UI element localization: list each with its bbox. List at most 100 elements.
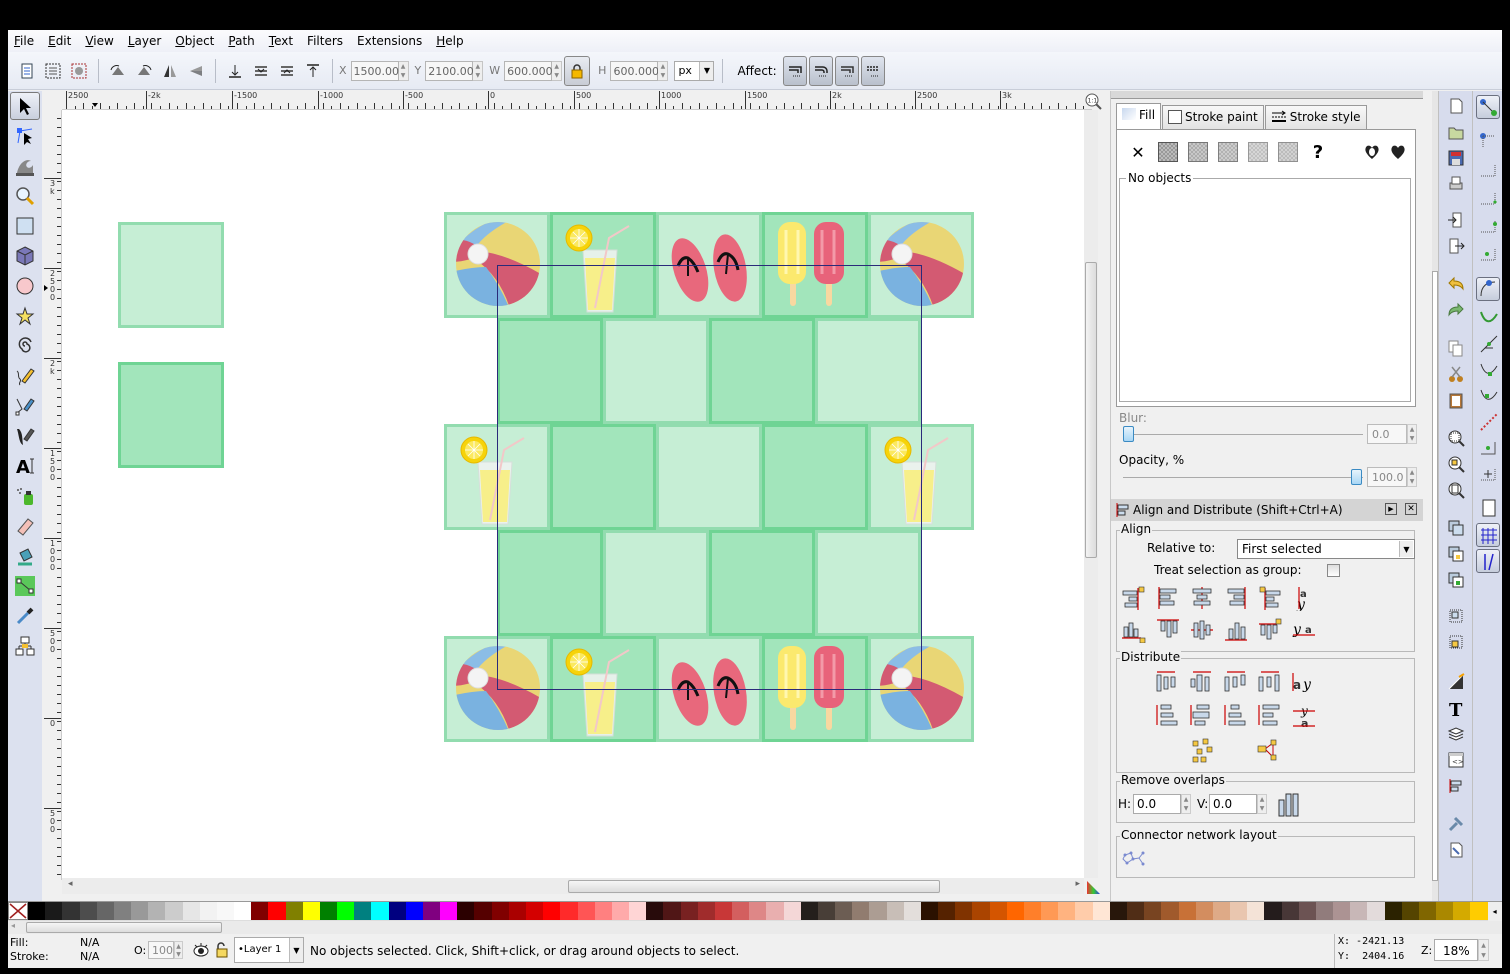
- ungroup-button[interactable]: [1447, 633, 1465, 651]
- duplicate-button[interactable]: [1447, 519, 1465, 537]
- palette-swatch[interactable]: [852, 902, 870, 920]
- tile[interactable]: [550, 424, 656, 530]
- raise-to-top-icon[interactable]: [302, 60, 324, 82]
- palette-swatch[interactable]: [337, 902, 355, 920]
- xml-editor-button[interactable]: <>: [1447, 751, 1465, 769]
- rotate-cw-icon[interactable]: [133, 60, 155, 82]
- opacity-spinner[interactable]: ▲ ▼: [174, 941, 183, 959]
- save-button[interactable]: [1447, 149, 1465, 167]
- palette-swatch[interactable]: [835, 902, 853, 920]
- relative-to-select[interactable]: First selected ▼: [1237, 539, 1415, 559]
- export-button[interactable]: [1447, 237, 1465, 255]
- palette-swatch[interactable]: [422, 902, 441, 920]
- cut-button[interactable]: [1447, 365, 1465, 383]
- palette-swatch[interactable]: [268, 902, 286, 920]
- lower-to-bottom-icon[interactable]: [224, 60, 246, 82]
- rotate-ccw-icon[interactable]: [107, 60, 129, 82]
- palette-swatch[interactable]: [1401, 902, 1419, 920]
- palette-swatch[interactable]: [1075, 902, 1093, 920]
- palette-swatch[interactable]: [989, 902, 1007, 920]
- palette-swatch[interactable]: [440, 902, 458, 920]
- snap-path-intersections-button[interactable]: [1476, 331, 1500, 355]
- align-bottom-to-top-anchor-button[interactable]: [1121, 617, 1147, 644]
- calligraphy-tool[interactable]: [10, 422, 40, 450]
- layers-button[interactable]: [1447, 725, 1465, 743]
- linear-gradient-button[interactable]: [1187, 142, 1209, 162]
- palette-swatch[interactable]: [474, 902, 492, 920]
- zoom-1-1-button[interactable]: 1:1: [1084, 92, 1102, 110]
- blur-slider-track[interactable]: [1123, 434, 1363, 435]
- palette-swatch[interactable]: [148, 902, 166, 920]
- palette-swatch[interactable]: [783, 902, 801, 920]
- fill-rule-nonzero-button[interactable]: [1387, 142, 1409, 162]
- v-gap-input[interactable]: 0.0: [1209, 794, 1257, 814]
- affect-patterns-button[interactable]: [860, 55, 885, 86]
- tile[interactable]: [709, 318, 815, 424]
- h-input[interactable]: 600.000: [610, 60, 659, 81]
- tile[interactable]: [815, 530, 921, 636]
- treat-as-group-checkbox[interactable]: [1327, 564, 1340, 577]
- horizontal-scroll-thumb[interactable]: [568, 880, 940, 893]
- palette-swatch[interactable]: [1178, 902, 1196, 920]
- star-tool[interactable]: [10, 302, 40, 330]
- palette-swatch[interactable]: [1127, 902, 1145, 920]
- close-panel-button[interactable]: ✕: [1405, 503, 1417, 515]
- text-tool[interactable]: A: [10, 452, 40, 480]
- palette-swatch[interactable]: [543, 902, 561, 920]
- tile[interactable]: [603, 530, 709, 636]
- palette-scrollbar[interactable]: ◂: [8, 921, 1502, 934]
- swatch-square-mid[interactable]: [118, 362, 224, 468]
- select-all-layers-icon[interactable]: [42, 60, 64, 82]
- arrange-connector-network-button[interactable]: [1121, 849, 1149, 871]
- vertical-scroll-thumb[interactable]: [1085, 262, 1097, 558]
- opacity-input[interactable]: 100: [148, 941, 174, 959]
- palette-swatch[interactable]: [697, 902, 715, 920]
- ellipse-tool[interactable]: [10, 272, 40, 300]
- unit-select[interactable]: px ▼: [674, 60, 715, 81]
- palette-swatch[interactable]: [886, 902, 904, 920]
- palette-swatch[interactable]: [131, 902, 149, 920]
- align-right-to-left-anchor-button[interactable]: [1121, 585, 1147, 611]
- selector-tool[interactable]: [10, 92, 40, 120]
- palette-swatch[interactable]: [1195, 902, 1213, 920]
- menu-object[interactable]: Object: [175, 34, 214, 48]
- swatch-square-light[interactable]: [118, 222, 224, 328]
- tile[interactable]: [815, 318, 921, 424]
- palette-swatch[interactable]: [525, 902, 544, 920]
- snap-cusp-nodes-button[interactable]: [1476, 357, 1500, 381]
- layer-select[interactable]: •Layer 1 ▼: [234, 937, 304, 963]
- palette-scroll-thumb[interactable]: [26, 922, 222, 933]
- toggle-lock-button[interactable]: [214, 941, 230, 959]
- tile[interactable]: [497, 318, 603, 424]
- menu-path[interactable]: Path: [228, 34, 254, 48]
- align-top-edges-button[interactable]: [1155, 617, 1181, 643]
- snap-bounding-box-button[interactable]: [1476, 129, 1500, 153]
- align-left-to-right-anchor-button[interactable]: [1257, 585, 1283, 611]
- affect-stroke-width-button[interactable]: [782, 55, 807, 86]
- align-text-anchors-vertical-button[interactable]: ay: [1291, 585, 1317, 613]
- stroke-indicator-value[interactable]: N/A: [80, 950, 99, 963]
- palette-swatch[interactable]: [388, 902, 406, 920]
- group-button[interactable]: [1447, 607, 1465, 625]
- palette-swatch[interactable]: [1436, 902, 1454, 920]
- undo-button[interactable]: [1447, 275, 1465, 293]
- snap-object-centers-button[interactable]: [1476, 435, 1500, 459]
- swatch-button[interactable]: [1277, 142, 1299, 162]
- snap-guides-button[interactable]: [1476, 549, 1500, 573]
- x-input[interactable]: 1500.00: [350, 60, 399, 81]
- blur-slider-handle[interactable]: [1123, 426, 1134, 442]
- tweak-tool[interactable]: [10, 152, 40, 180]
- palette-swatch[interactable]: [371, 902, 389, 920]
- lower-icon[interactable]: [250, 60, 272, 82]
- w-input[interactable]: 600.000: [504, 60, 553, 81]
- snap-bbox-midpoints-button[interactable]: [1476, 213, 1500, 237]
- affect-rounded-corners-button[interactable]: [808, 55, 833, 86]
- snap-bbox-corners-button[interactable]: [1476, 185, 1500, 209]
- tile[interactable]: [603, 318, 709, 424]
- y-spinner[interactable]: ▲ ▼: [473, 60, 484, 81]
- palette-swatch[interactable]: [869, 902, 887, 920]
- import-button[interactable]: [1447, 211, 1465, 229]
- align-right-edges-button[interactable]: [1223, 585, 1249, 611]
- align-distribute-button[interactable]: [1447, 777, 1465, 795]
- palette-swatch[interactable]: [594, 902, 612, 920]
